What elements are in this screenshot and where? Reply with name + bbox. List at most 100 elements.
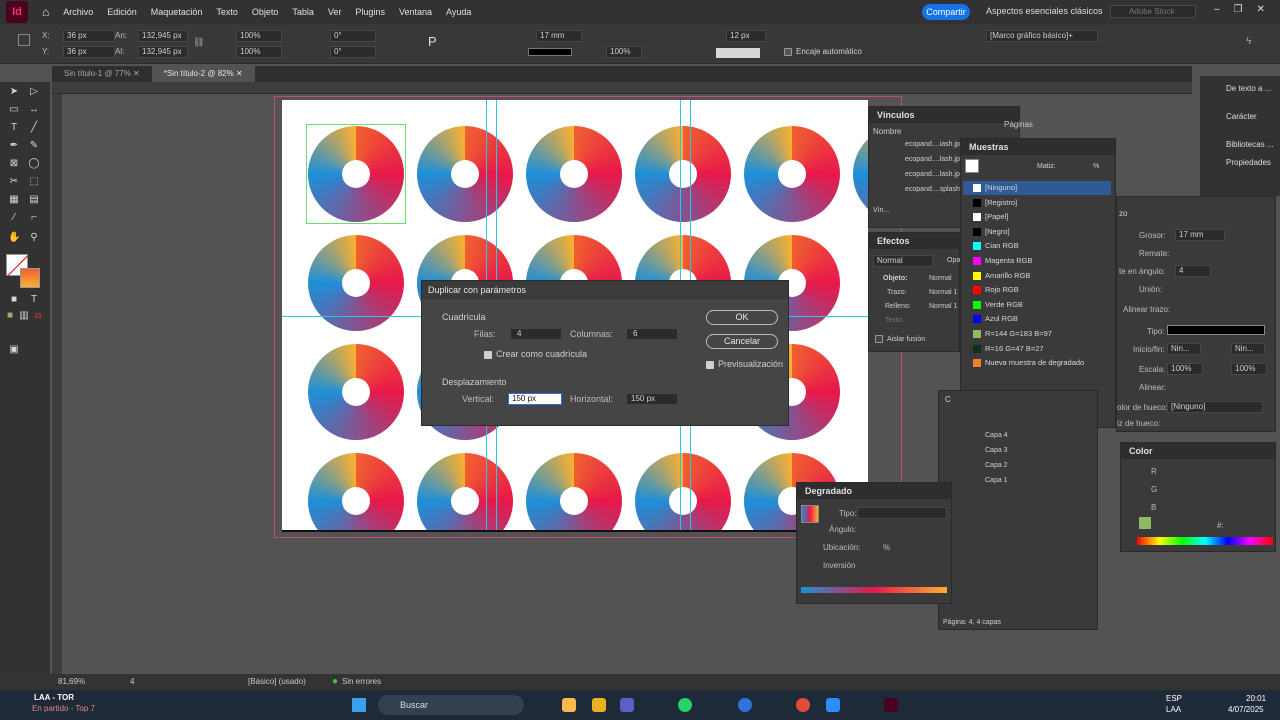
- miter-input[interactable]: 4: [1175, 265, 1211, 277]
- edge-icon[interactable]: [738, 698, 752, 712]
- note-tool-icon[interactable]: ▤: [28, 194, 40, 206]
- horizontal-offset-field[interactable]: 150 px: [626, 393, 678, 405]
- donut-object[interactable]: [853, 126, 868, 222]
- link-item[interactable]: ecopand....lash.jp: [905, 152, 967, 167]
- donut-object[interactable]: [308, 453, 404, 532]
- start-scale-input[interactable]: 100%: [1167, 363, 1203, 375]
- menu-ayuda[interactable]: Ayuda: [446, 7, 471, 17]
- pages-panel-tab[interactable]: Páginas: [1004, 120, 1033, 129]
- stroke-type-select[interactable]: [1167, 325, 1265, 335]
- horizontal-ruler[interactable]: [52, 82, 1192, 94]
- donut-object[interactable]: [526, 126, 622, 222]
- fill-stroke-icon[interactable]: [965, 159, 979, 173]
- donut-object[interactable]: [635, 453, 731, 532]
- stock-search-input[interactable]: Adobe Stock: [1110, 5, 1196, 18]
- screen-mode-icon[interactable]: ▣: [8, 344, 20, 356]
- preview-checkbox[interactable]: Previsualización: [706, 359, 783, 369]
- dock-properties[interactable]: Propiedades: [1226, 158, 1271, 167]
- pen-tool-icon[interactable]: ✒: [8, 140, 20, 152]
- pencil-tool-icon[interactable]: ✎: [28, 140, 40, 152]
- layer-item[interactable]: Capa 1: [985, 473, 1008, 488]
- layer-item[interactable]: Capa 3: [985, 443, 1008, 458]
- swatch-row[interactable]: Cian RGB: [963, 239, 1111, 253]
- fill-label[interactable]: Relleno:: [885, 303, 911, 310]
- clock-time[interactable]: 20:01: [1246, 694, 1266, 703]
- start-arrow-select[interactable]: Nin...: [1167, 343, 1201, 355]
- dialog-title[interactable]: Duplicar con parámetros: [422, 281, 788, 299]
- swatch-row[interactable]: Nueva muestra de degradado: [963, 356, 1111, 370]
- color-swatch[interactable]: [1139, 517, 1151, 529]
- line-tool-icon[interactable]: ╱: [28, 122, 40, 134]
- menu-maquetacion[interactable]: Maquetación: [151, 7, 203, 17]
- zoom-level[interactable]: 81,69%: [58, 674, 85, 690]
- swatch-row[interactable]: [Papel]: [963, 210, 1111, 224]
- stroke-color-icon[interactable]: [20, 268, 40, 288]
- swatch-row[interactable]: R=16 G=47 B=27: [963, 342, 1111, 356]
- color-panel-title[interactable]: Color: [1121, 443, 1275, 459]
- indesign-taskbar-icon[interactable]: [884, 698, 898, 712]
- fill-swatch[interactable]: [716, 48, 760, 58]
- keyboard-layout-indicator[interactable]: LAA: [1166, 705, 1181, 714]
- hand-tool-icon[interactable]: ✋: [8, 232, 20, 244]
- end-arrow-select[interactable]: Nin...: [1231, 343, 1265, 355]
- gap-color-select[interactable]: [Ninguno]: [1167, 401, 1263, 413]
- file-explorer-icon[interactable]: [562, 698, 576, 712]
- link-item[interactable]: ecopand....lash.jp: [905, 167, 967, 182]
- donut-object[interactable]: [635, 126, 731, 222]
- layer-item[interactable]: Capa 2: [985, 458, 1008, 473]
- dock-libraries[interactable]: Bibliotecas ...: [1226, 140, 1274, 149]
- vertical-offset-field[interactable]: 150 px: [508, 393, 562, 405]
- free-transform-tool-icon[interactable]: ⬚: [28, 176, 40, 188]
- zoom-app-icon[interactable]: [826, 698, 840, 712]
- layers-panel-tab[interactable]: C: [945, 395, 951, 404]
- end-scale-input[interactable]: 100%: [1231, 363, 1267, 375]
- swatch-row[interactable]: [Registro]: [963, 196, 1111, 210]
- teams-icon[interactable]: [620, 698, 634, 712]
- menu-objeto[interactable]: Objeto: [252, 7, 279, 17]
- dock-text-wrap[interactable]: De texto a ...: [1226, 84, 1271, 93]
- folder-icon[interactable]: [592, 698, 606, 712]
- apply-gradient-icon[interactable]: ▥: [18, 310, 30, 322]
- swatches-panel-title[interactable]: Muestras: [961, 139, 1115, 155]
- apply-color-icon[interactable]: ■: [4, 310, 16, 322]
- apply-none-icon[interactable]: ⧄: [32, 310, 44, 322]
- rows-field[interactable]: 4: [510, 328, 562, 340]
- ok-button[interactable]: OK: [706, 310, 778, 325]
- opacity-field[interactable]: 100%: [606, 46, 642, 58]
- swatch-row[interactable]: [Ninguno]: [963, 181, 1111, 195]
- windows-start-icon[interactable]: [352, 698, 366, 712]
- link-item[interactable]: ecopand....iash.jp: [905, 137, 967, 152]
- selection-tool-icon[interactable]: ➤: [8, 86, 20, 98]
- donut-object[interactable]: [308, 344, 404, 440]
- rectangle-frame-tool-icon[interactable]: ⊠: [8, 158, 20, 170]
- auto-fit-checkbox[interactable]: Encaje automático: [784, 47, 862, 56]
- columns-field[interactable]: 6: [626, 328, 678, 340]
- object-style-select[interactable]: [Marco gráfico básico]+: [986, 30, 1098, 42]
- taskbar-search[interactable]: Buscar: [378, 695, 524, 715]
- zoom-tool-icon[interactable]: ⚲: [28, 232, 40, 244]
- gradient-preview-swatch[interactable]: [801, 505, 819, 523]
- ellipse-tool-icon[interactable]: ◯: [28, 158, 40, 170]
- errors-status[interactable]: Sin errores: [342, 674, 381, 690]
- donut-object[interactable]: [417, 453, 513, 532]
- swatch-row[interactable]: R=144 G=183 B=97: [963, 327, 1111, 341]
- donut-object[interactable]: [526, 453, 622, 532]
- formatting-text-icon[interactable]: T: [28, 294, 40, 306]
- x-field[interactable]: 36 px: [63, 30, 115, 42]
- widget-title[interactable]: LAA - TOR: [34, 693, 74, 702]
- stroke-panel-tab[interactable]: zo: [1119, 209, 1127, 218]
- scissors-tool-icon[interactable]: ✂: [8, 176, 20, 188]
- link-item[interactable]: ecopand....splash.jp: [905, 182, 967, 197]
- menu-ver[interactable]: Ver: [328, 7, 342, 17]
- menu-texto[interactable]: Texto: [216, 7, 238, 17]
- menu-edicion[interactable]: Edición: [107, 7, 137, 17]
- scale-y-field[interactable]: 100%: [236, 46, 282, 58]
- scale-x-field[interactable]: 100%: [236, 30, 282, 42]
- swatch-row[interactable]: Verde RGB: [963, 298, 1111, 312]
- eyedropper-tool-icon[interactable]: ⁄: [8, 212, 20, 224]
- gap-tool-icon[interactable]: ↔: [28, 104, 40, 116]
- measure-tool-icon[interactable]: ⌐: [28, 212, 40, 224]
- height-field[interactable]: 132,945 px: [138, 46, 188, 58]
- menu-plugins[interactable]: Plugins: [355, 7, 385, 17]
- gradient-type-select[interactable]: [857, 507, 947, 519]
